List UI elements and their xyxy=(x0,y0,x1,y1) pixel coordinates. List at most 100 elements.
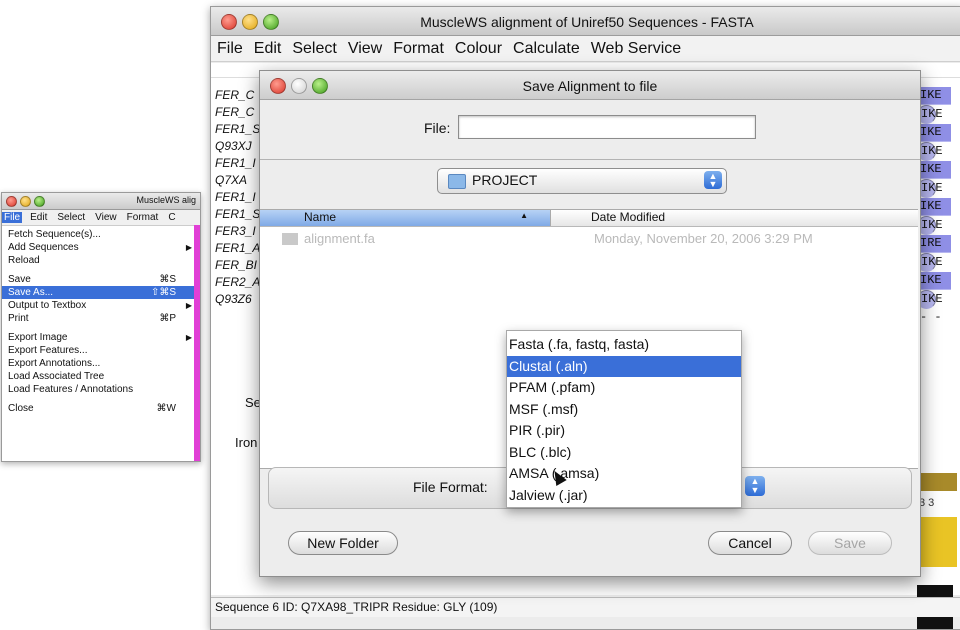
small-menu-file[interactable]: File xyxy=(2,212,23,223)
menu-item-shortcut: ⌘W xyxy=(156,403,176,414)
format-option[interactable]: Jalview (.jar) xyxy=(507,485,741,507)
document-icon xyxy=(282,233,298,246)
menu-file[interactable]: File xyxy=(217,40,243,58)
residue-column: IKE IKE IKE IKE IKE IKE IKE IKE IRE IKE IKE IKE - - xyxy=(917,87,951,326)
menu-item-label: Add Sequences xyxy=(8,242,79,253)
sort-arrow-icon: ▲ xyxy=(520,211,528,220)
menu-calculate[interactable]: Calculate xyxy=(513,40,580,58)
file-label: File: xyxy=(424,120,451,136)
sequence-id[interactable]: FER_C xyxy=(215,104,265,121)
menu-item-save-as[interactable]: Save As... ⇧⌘S xyxy=(2,286,200,299)
annotation-bar xyxy=(917,473,957,491)
residue-cell: IKE xyxy=(917,87,951,105)
menu-item-label: Export Features... xyxy=(8,345,88,356)
sequence-id[interactable]: FER1_A xyxy=(215,240,265,257)
menu-item-save[interactable]: Save ⌘S xyxy=(2,273,200,286)
sequence-id[interactable]: FER1_S xyxy=(215,121,265,138)
residue-cell: IKE xyxy=(917,198,951,216)
sequence-id[interactable]: FER2_A xyxy=(215,274,265,291)
format-option[interactable]: PFAM (.pfam) xyxy=(507,377,741,399)
sequence-id[interactable]: FER1_I xyxy=(215,155,265,172)
menu-item-export-image[interactable]: Export Image ▶ xyxy=(2,331,200,344)
small-menu-view[interactable]: View xyxy=(93,212,119,223)
file-cell-name: alignment.fa xyxy=(260,231,550,246)
file-menu-window: MuscleWS alig File Edit Select View Form… xyxy=(1,192,201,462)
popup-arrows-icon: ▲ ▼ xyxy=(704,171,722,189)
menu-item-label: Fetch Sequence(s)... xyxy=(8,229,101,240)
sequence-id[interactable]: Q93Z6 xyxy=(215,291,265,308)
small-menu-select[interactable]: Select xyxy=(55,212,87,223)
cancel-button[interactable]: Cancel xyxy=(708,531,792,555)
small-window-controls xyxy=(6,196,48,210)
file-format-dropdown: Fasta (.fa, fastq, fasta) Clustal (.aln) P… xyxy=(506,330,742,508)
close-icon[interactable] xyxy=(6,196,17,207)
sequence-id[interactable]: FER_C xyxy=(215,87,265,104)
file-row[interactable]: alignment.fa Monday, November 20, 2006 3… xyxy=(260,227,918,249)
menu-format[interactable]: Format xyxy=(393,40,444,58)
small-menu-edit[interactable]: Edit xyxy=(28,212,49,223)
save-button[interactable]: Save xyxy=(808,531,892,555)
menu-item-label: Print xyxy=(8,313,29,324)
file-name-label: alignment.fa xyxy=(304,230,375,246)
menu-web-service[interactable]: Web Service xyxy=(591,40,681,58)
save-dialog-titlebar[interactable]: Save Alignment to file xyxy=(260,71,920,100)
submenu-arrow-icon: ▶ xyxy=(185,301,192,310)
file-format-label: File Format: xyxy=(413,479,488,495)
menu-item-print[interactable]: Print ⌘P xyxy=(2,312,200,325)
file-name-input[interactable] xyxy=(458,115,756,139)
sequence-id[interactable]: FER1_S xyxy=(215,206,265,223)
column-header-date[interactable]: Date Modified xyxy=(550,210,918,226)
zoom-icon[interactable] xyxy=(34,196,45,207)
file-name-row: File: xyxy=(260,101,920,159)
folder-popup[interactable]: PROJECT ▲ ▼ xyxy=(437,168,727,194)
menu-item-reload[interactable]: Reload xyxy=(2,254,200,267)
file-cell-date: Monday, November 20, 2006 3:29 PM xyxy=(594,230,813,246)
submenu-arrow-icon: ▶ xyxy=(185,243,192,252)
menu-item-load-features-annotations[interactable]: Load Features / Annotations xyxy=(2,383,200,396)
sequence-id[interactable]: FER3_I xyxy=(215,223,265,240)
dialog-title: Save Alignment to file xyxy=(522,78,658,94)
menu-item-label: Save As... xyxy=(8,287,54,298)
format-option[interactable]: Fasta (.fa, fastq, fasta) xyxy=(507,334,741,356)
menu-item-output-to-textbox[interactable]: Output to Textbox ▶ xyxy=(2,299,200,312)
main-menubar: File Edit Select View Format Colour Calc… xyxy=(211,36,960,62)
menu-colour[interactable]: Colour xyxy=(455,40,502,58)
format-option[interactable]: AMSA (.amsa) xyxy=(507,463,741,485)
folder-icon xyxy=(448,174,466,189)
minimize-icon[interactable] xyxy=(20,196,31,207)
new-folder-button[interactable]: New Folder xyxy=(288,531,398,555)
menu-item-label: Load Features / Annotations xyxy=(8,384,134,395)
sequence-id[interactable]: Q7XA xyxy=(215,172,265,189)
menu-item-load-associated-tree[interactable]: Load Associated Tree xyxy=(2,370,200,383)
file-menu-window-titlebar[interactable]: MuscleWS alig xyxy=(2,193,200,210)
format-option[interactable]: PIR (.pir) xyxy=(507,420,741,442)
annotation-yellow-block xyxy=(917,517,957,567)
small-menu-format[interactable]: Format xyxy=(125,212,161,223)
file-menu-list: Fetch Sequence(s)... Add Sequences ▶ Relo… xyxy=(2,226,200,415)
sequence-id[interactable]: Q93XJ xyxy=(215,138,265,155)
popup-arrows-icon[interactable]: ▲ ▼ xyxy=(745,476,765,496)
alignment-window-titlebar[interactable]: MuscleWS alignment of Uniref50 Sequences… xyxy=(211,7,960,36)
menu-item-shortcut: ⇧⌘S xyxy=(150,287,176,298)
format-option[interactable]: Clustal (.aln) xyxy=(507,355,741,377)
annotation-label-iron: Iron xyxy=(235,435,258,450)
small-window-title: MuscleWS alig xyxy=(136,195,196,205)
menu-item-export-annotations[interactable]: Export Annotations... xyxy=(2,357,200,370)
column-header-name[interactable]: Name ▲ xyxy=(260,210,550,226)
menu-view[interactable]: View xyxy=(348,40,382,58)
format-option[interactable]: BLC (.blc) xyxy=(507,442,741,464)
residue-cell: IKE xyxy=(917,124,951,142)
menu-item-label: Export Annotations... xyxy=(8,358,101,369)
menu-edit[interactable]: Edit xyxy=(254,40,282,58)
menu-item-fetch-sequences[interactable]: Fetch Sequence(s)... xyxy=(2,228,200,241)
format-option[interactable]: MSF (.msf) xyxy=(507,399,741,421)
residue-cell: IKE xyxy=(917,272,951,290)
menu-item-close[interactable]: Close ⌘W xyxy=(2,402,200,415)
menu-select[interactable]: Select xyxy=(292,40,336,58)
alignment-color-strip xyxy=(194,225,200,461)
menu-item-export-features[interactable]: Export Features... xyxy=(2,344,200,357)
sequence-id[interactable]: FER_BI xyxy=(215,257,265,274)
menu-item-add-sequences[interactable]: Add Sequences ▶ xyxy=(2,241,200,254)
small-menu-colour[interactable]: C xyxy=(166,212,177,223)
sequence-id[interactable]: FER1_I xyxy=(215,189,265,206)
